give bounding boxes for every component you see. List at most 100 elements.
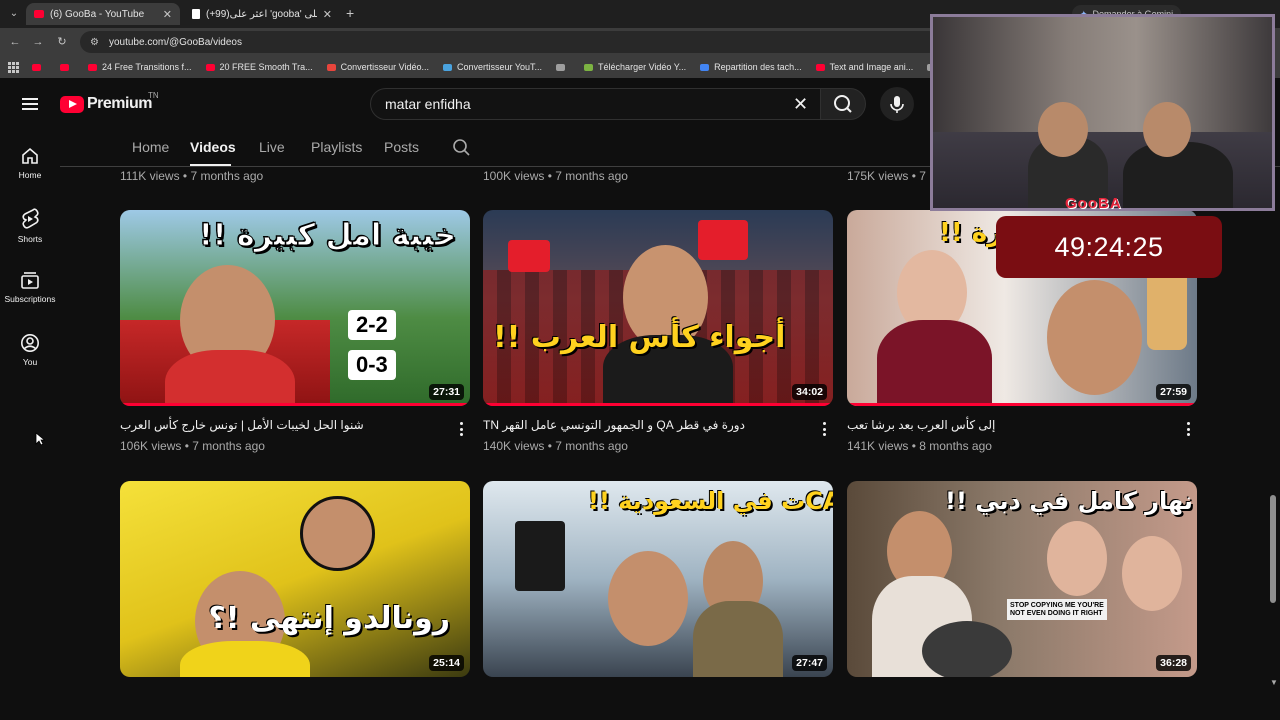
search-button[interactable] xyxy=(820,88,866,120)
ronaldo-circle xyxy=(300,496,375,571)
search-input[interactable]: matar enfidha xyxy=(370,88,826,120)
watch-progress-bar xyxy=(120,403,470,406)
bookmark-favicon-icon xyxy=(88,63,97,71)
uniform xyxy=(877,320,992,406)
mouse-cursor-icon xyxy=(35,432,45,446)
video-thumbnail[interactable]: STOP COPYING ME YOU'RE NOT EVEN DOING IT… xyxy=(847,481,1197,677)
tab-videos[interactable]: Videos xyxy=(190,139,236,155)
woman-face xyxy=(1122,536,1182,611)
video-meta: 141K views • 8 months ago xyxy=(847,439,992,453)
bookmark-label: Convertisseur YouT... xyxy=(456,62,543,72)
logo-region: TN xyxy=(148,91,159,100)
duration-badge: 27:59 xyxy=(1156,384,1191,400)
bookmark-favicon-icon xyxy=(815,63,825,71)
tiktok-favicon-icon xyxy=(192,9,200,19)
tab-live[interactable]: Live xyxy=(259,139,285,155)
timer-text: 49:24:25 xyxy=(1054,231,1164,262)
bookmark-item[interactable]: Télécharger Vidéo Y... xyxy=(584,62,686,72)
bookmark-item[interactable]: Repartition des tach... xyxy=(700,62,802,72)
duration-badge: 25:14 xyxy=(429,655,464,671)
tunisia-flag-icon xyxy=(508,240,550,272)
sidebar-item-shorts[interactable]: Shorts xyxy=(0,208,60,244)
webcam-overlay xyxy=(930,14,1275,211)
jersey xyxy=(165,350,295,406)
bookmark-item[interactable]: Text and Image ani... xyxy=(815,62,914,72)
bookmark-item[interactable] xyxy=(60,63,74,71)
duration-badge: 34:02 xyxy=(792,384,827,400)
watch-progress-bar xyxy=(847,403,1197,406)
creator-head xyxy=(1143,102,1191,157)
sidebar-item-label: You xyxy=(22,357,38,367)
browser-tab-youtube[interactable]: (6) GooBa - YouTube ✕ xyxy=(26,3,180,25)
uniform xyxy=(693,601,783,677)
sidebar-item-subscriptions[interactable]: Subscriptions xyxy=(0,270,60,304)
sidebar-item-home[interactable]: Home xyxy=(0,146,60,180)
video-meta: 100K views • 7 months ago xyxy=(483,169,628,183)
video-thumbnail[interactable]: رونالدو إنتهى !؟ 25:14 xyxy=(120,481,470,677)
search-value: matar enfidha xyxy=(385,96,471,112)
bookmark-favicon-icon xyxy=(326,63,336,71)
bookmark-label: Text and Image ani... xyxy=(829,62,914,72)
reload-icon[interactable]: ↻ xyxy=(54,34,70,50)
scroll-down-arrow-icon[interactable]: ▼ xyxy=(1270,678,1278,687)
tab-home[interactable]: Home xyxy=(132,139,169,155)
voice-search-button[interactable] xyxy=(880,87,914,121)
search-icon xyxy=(834,95,852,113)
sidebar-item-label: Shorts xyxy=(17,234,43,244)
address-bar[interactable]: ⚙ youtube.com/@GooBa/videos xyxy=(80,31,940,53)
back-arrow-icon[interactable]: ← xyxy=(7,34,23,50)
bookmark-item[interactable] xyxy=(32,63,46,71)
browser-tab-tiktok[interactable]: (+99)اعثر على 'gooba' على TikTok ✕ xyxy=(184,3,340,25)
bookmark-item[interactable]: Convertisseur YouT... xyxy=(442,62,543,72)
bookmark-item[interactable]: 24 Free Transitions f... xyxy=(88,62,192,72)
bookmark-label: 20 FREE Smooth Tra... xyxy=(219,62,313,72)
thumbnail-overlay-text: CANTARNAت في السعودية !! xyxy=(588,487,833,515)
forward-arrow-icon[interactable]: → xyxy=(30,34,46,50)
site-info-icon[interactable]: ⚙ xyxy=(90,37,99,48)
bookmark-item[interactable]: Convertisseur Vidéo... xyxy=(326,62,429,72)
more-actions-icon[interactable] xyxy=(822,422,826,436)
more-actions-icon[interactable] xyxy=(459,422,463,436)
youtube-premium-logo[interactable]: Premium TN xyxy=(60,91,159,113)
subscriptions-icon xyxy=(21,272,39,289)
clear-search-icon[interactable]: ✕ xyxy=(793,94,808,115)
page-scrollbar-thumb[interactable] xyxy=(1270,495,1276,603)
tab-search-chevron-icon[interactable]: ⌄ xyxy=(6,6,22,22)
sidebar-item-label: Home xyxy=(18,170,42,180)
thumbnail-overlay-text: رونالدو إنتهى !؟ xyxy=(208,601,450,636)
video-thumbnail[interactable]: أجواء كأس العرب !! 34:02 xyxy=(483,210,833,406)
bookmark-favicon-icon xyxy=(32,63,41,71)
video-thumbnail[interactable]: خيبة امل كبيرة !! 2-2 0-3 27:31 xyxy=(120,210,470,406)
video-title[interactable]: دورة في قطر QA و الجمهور التونسي عامل ال… xyxy=(483,418,813,432)
duration-badge: 36:28 xyxy=(1156,655,1191,671)
close-tab-icon[interactable]: ✕ xyxy=(163,8,172,21)
score-text: 0-3 xyxy=(348,350,396,380)
video-title[interactable]: شنوا الحل لخيبات الأمل | تونس خارج كأس ا… xyxy=(120,418,450,432)
bookmark-label: Télécharger Vidéo Y... xyxy=(598,62,687,72)
bookmark-label: 24 Free Transitions f... xyxy=(102,62,192,72)
sidebar-item-you[interactable]: You xyxy=(0,333,60,367)
thumbnail-overlay-text: أجواء كأس العرب !! xyxy=(493,320,786,355)
watch-progress-bar xyxy=(483,403,833,406)
tab-posts[interactable]: Posts xyxy=(384,139,419,155)
bookmark-favicon-icon xyxy=(556,63,566,71)
new-tab-icon[interactable]: + xyxy=(346,5,354,21)
shirt-text: STOP COPYING ME YOU'RE NOT EVEN DOING IT… xyxy=(1007,599,1107,621)
more-actions-icon[interactable] xyxy=(1186,422,1190,436)
youtube-favicon-icon xyxy=(34,10,44,18)
bookmark-item[interactable]: 20 FREE Smooth Tra... xyxy=(205,62,313,72)
video-title[interactable]: إلى كأس العرب بعد برشا تعب xyxy=(847,418,1177,432)
video-meta: 175K views • 7 xyxy=(847,169,926,183)
bookmark-label: Repartition des tach... xyxy=(714,62,802,72)
apps-grid-icon[interactable] xyxy=(8,62,19,73)
menu-icon[interactable] xyxy=(22,98,38,110)
microphone-icon xyxy=(890,96,904,113)
close-tab-icon[interactable]: ✕ xyxy=(323,8,332,21)
tab-playlists[interactable]: Playlists xyxy=(311,139,362,155)
bookmark-item[interactable] xyxy=(556,63,570,71)
video-thumbnail[interactable]: CANTARNAت في السعودية !! 27:47 xyxy=(483,481,833,677)
channel-search-icon[interactable] xyxy=(452,138,472,158)
streamer-head xyxy=(1038,102,1088,157)
video-meta: 111K views • 7 months ago xyxy=(120,169,264,183)
bookmark-label: Convertisseur Vidéo... xyxy=(340,62,429,72)
